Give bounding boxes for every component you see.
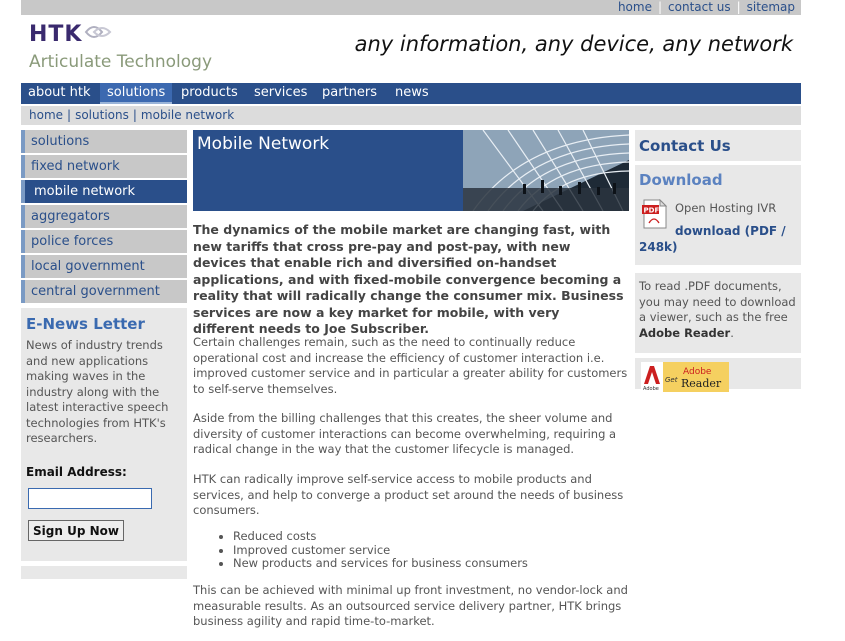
email-label: Email Address:: [26, 465, 127, 479]
svg-text:Reader: Reader: [681, 377, 722, 390]
logo-swirl-icon: [85, 26, 112, 38]
enews-panel: E-News Letter News of industry trends an…: [21, 308, 187, 561]
top-links: home | contact us | sitemap: [617, 0, 795, 14]
get-adobe-reader-button[interactable]: Adobe Get Adobe Reader: [641, 362, 729, 392]
email-field[interactable]: [28, 488, 152, 509]
adobe-reader-link[interactable]: Adobe Reader: [639, 326, 730, 340]
nav-services[interactable]: services: [247, 83, 314, 104]
breadcrumb-mobile-network[interactable]: mobile network: [141, 108, 234, 122]
list-item: Improved customer service: [233, 543, 528, 558]
left-column: solutions fixed network mobile network a…: [21, 130, 187, 579]
pdf-icon-label: PDF: [644, 207, 660, 215]
list-item: Reduced costs: [233, 529, 528, 544]
left-nav-solutions[interactable]: solutions: [21, 130, 187, 153]
svg-text:Get: Get: [665, 376, 678, 384]
left-nav-local-government[interactable]: local government: [21, 255, 187, 278]
sign-up-button[interactable]: Sign Up Now: [28, 520, 124, 541]
left-nav-central-government[interactable]: central government: [21, 280, 187, 303]
left-nav: solutions fixed network mobile network a…: [21, 130, 187, 303]
nav-products[interactable]: products: [174, 83, 245, 104]
reader-info-box: To read .PDF documents, you may need to …: [635, 273, 801, 353]
htk-logo[interactable]: HTK: [29, 22, 112, 47]
station-photo: [463, 130, 629, 211]
reader-info-text: To read .PDF documents, you may need to …: [639, 279, 796, 340]
top-link-sitemap[interactable]: sitemap: [747, 0, 795, 14]
nav-partners[interactable]: partners: [315, 83, 384, 104]
left-nav-police-forces[interactable]: police forces: [21, 230, 187, 253]
download-box: Download PDF Open Hosting IVR download (…: [635, 165, 801, 265]
adobe-badge-box: Adobe Get Adobe Reader: [635, 358, 801, 392]
lead-paragraph: The dynamics of the mobile market are ch…: [193, 222, 624, 336]
contact-box: Contact Us: [635, 130, 801, 161]
enews-footer-strip: [21, 566, 187, 579]
page-title: Mobile Network: [197, 134, 330, 154]
breadcrumb-solutions[interactable]: solutions: [75, 108, 129, 122]
nav-news[interactable]: news: [388, 83, 436, 104]
paragraph-1: Certain challenges remain, such as the n…: [193, 335, 628, 396]
enews-text: News of industry trends and new applicat…: [26, 338, 169, 445]
top-link-contact[interactable]: contact us: [668, 0, 731, 14]
main-content: Mobile Network The dynamics of the mobil…: [193, 130, 629, 628]
svg-text:Adobe: Adobe: [683, 367, 712, 377]
logo-subtitle: Articulate Technology: [29, 52, 213, 72]
left-nav-fixed-network[interactable]: fixed network: [21, 155, 187, 178]
top-link-home[interactable]: home: [618, 0, 652, 14]
page-header-banner: Mobile Network: [193, 130, 629, 211]
svg-text:Adobe: Adobe: [643, 386, 659, 392]
benefits-list: Reduced costs Improved customer service …: [193, 529, 528, 571]
enews-title: E-News Letter: [26, 315, 145, 333]
paragraph-3: HTK can radically improve self-service a…: [193, 472, 624, 517]
left-nav-mobile-network[interactable]: mobile network: [21, 180, 187, 203]
nav-solutions[interactable]: solutions: [100, 83, 173, 104]
nav-about-htk[interactable]: about htk: [21, 83, 98, 104]
logo-text: HTK: [29, 22, 83, 47]
download-title: Download: [639, 171, 723, 189]
list-item: New products and services for business c…: [233, 556, 528, 571]
paragraph-2: Aside from the billing challenges that t…: [193, 411, 617, 456]
breadcrumb: home | solutions | mobile network: [29, 108, 235, 122]
breadcrumb-home[interactable]: home: [29, 108, 63, 122]
main-nav: about htk solutions products services pa…: [21, 83, 801, 104]
pdf-title: Open Hosting IVR: [675, 201, 777, 215]
contact-us-link[interactable]: Contact Us: [639, 137, 731, 155]
pdf-download-link[interactable]: download (PDF / 248k): [639, 223, 789, 255]
breadcrumb-bar: home | solutions | mobile network: [21, 106, 801, 125]
top-utility-bar: home | contact us | sitemap: [21, 0, 801, 15]
tagline: any information, any device, any network: [354, 32, 793, 56]
left-nav-aggregators[interactable]: aggregators: [21, 205, 187, 228]
paragraph-4: This can be achieved with minimal up fro…: [193, 583, 628, 628]
